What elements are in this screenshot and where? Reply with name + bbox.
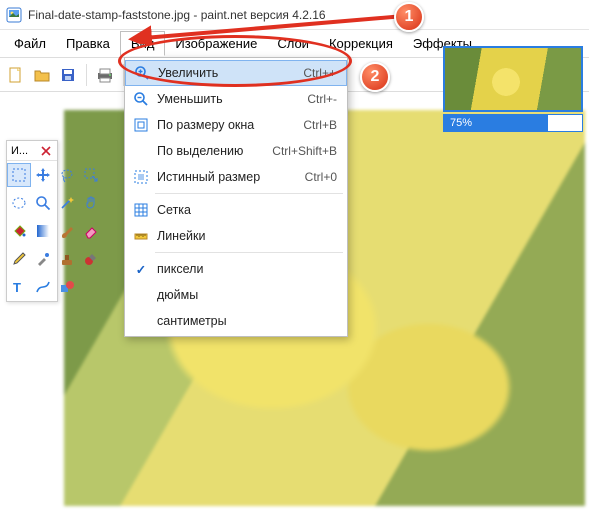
tool-text[interactable]: T: [7, 275, 31, 299]
window-title: Final-date-stamp-faststone.jpg - paint.n…: [28, 8, 326, 22]
tool-pan[interactable]: [79, 191, 103, 215]
new-file-button[interactable]: [4, 63, 28, 87]
tool-eraser[interactable]: [79, 219, 103, 243]
close-icon[interactable]: [39, 144, 53, 158]
tool-shapes[interactable]: [55, 275, 79, 299]
menu-item-label: сантиметры: [153, 314, 337, 328]
menu-units-inches[interactable]: дюймы: [125, 282, 347, 308]
svg-text:T: T: [13, 280, 21, 295]
tools-palette-header[interactable]: И...: [7, 141, 57, 161]
zoom-percent-text: 75%: [444, 117, 472, 129]
menu-zoom-out[interactable]: Уменьшить Ctrl+-: [125, 86, 347, 112]
menu-item-label: Сетка: [153, 203, 337, 217]
menu-item-label: Увеличить: [154, 66, 303, 80]
tool-gradient[interactable]: [31, 219, 55, 243]
check-icon: ✓: [129, 262, 153, 277]
menu-file[interactable]: Файл: [4, 32, 56, 55]
save-button[interactable]: [56, 63, 80, 87]
menu-edit[interactable]: Правка: [56, 32, 120, 55]
tool-brush[interactable]: [55, 219, 79, 243]
menu-item-accel: Ctrl+B: [303, 118, 337, 132]
zoom-progress[interactable]: 75%: [443, 114, 583, 132]
menu-rulers[interactable]: Линейки: [125, 223, 347, 249]
menu-item-accel: Ctrl+0: [305, 170, 337, 184]
menu-divider: [155, 193, 343, 194]
menu-item-accel: Ctrl+Shift+B: [272, 144, 337, 158]
tools-palette-title: И...: [11, 145, 28, 157]
menu-adjustments[interactable]: Коррекция: [319, 32, 403, 55]
menu-layers[interactable]: Слои: [267, 32, 319, 55]
zoom-in-icon: [130, 65, 154, 81]
menu-item-label: По выделению: [153, 144, 272, 158]
menu-item-accel: Ctrl+-: [307, 92, 337, 106]
menu-zoom-in[interactable]: Увеличить Ctrl++: [125, 60, 347, 86]
tool-color-picker[interactable]: [31, 247, 55, 271]
menu-item-label: пиксели: [153, 262, 337, 276]
actual-size-icon: [129, 169, 153, 185]
tool-fill[interactable]: [7, 219, 31, 243]
tool-zoom[interactable]: [31, 191, 55, 215]
tool-line[interactable]: [31, 275, 55, 299]
tool-lasso[interactable]: [55, 163, 79, 187]
menu-fit-selection[interactable]: По выделению Ctrl+Shift+B: [125, 138, 347, 164]
tool-recolor[interactable]: [79, 247, 103, 271]
menu-view[interactable]: Вид: [120, 31, 166, 56]
tool-clone-stamp[interactable]: [55, 247, 79, 271]
open-file-button[interactable]: [30, 63, 54, 87]
annotation-badge-1: 1: [394, 2, 424, 32]
menu-item-label: Линейки: [153, 229, 337, 243]
annotation-badge-2: 2: [360, 62, 390, 92]
menu-units-centimeters[interactable]: сантиметры: [125, 308, 347, 334]
view-dropdown: Увеличить Ctrl++ Уменьшить Ctrl+- По раз…: [124, 57, 348, 337]
grid-icon: [129, 202, 153, 218]
image-thumbnail[interactable]: [443, 46, 583, 112]
menu-item-label: Истинный размер: [153, 170, 305, 184]
tool-move[interactable]: [31, 163, 55, 187]
fit-window-icon: [129, 117, 153, 133]
tools-palette: И...: [6, 140, 58, 302]
tool-empty: [79, 275, 103, 299]
tool-ellipse-select[interactable]: [7, 191, 31, 215]
menu-item-label: По размеру окна: [153, 118, 303, 132]
menu-grid[interactable]: Сетка: [125, 197, 347, 223]
menu-item-label: Уменьшить: [153, 92, 307, 106]
zoom-out-icon: [129, 91, 153, 107]
print-button[interactable]: [93, 63, 117, 87]
tool-magic-wand[interactable]: [55, 191, 79, 215]
menu-item-label: дюймы: [153, 288, 337, 302]
image-thumbnail-panel: 75%: [443, 46, 583, 132]
tool-rect-select[interactable]: [7, 163, 31, 187]
menu-units-pixels[interactable]: ✓ пиксели: [125, 256, 347, 282]
menu-item-accel: Ctrl++: [303, 66, 336, 80]
tool-pencil[interactable]: [7, 247, 31, 271]
app-icon: [6, 7, 22, 23]
menu-image[interactable]: Изображение: [165, 32, 267, 55]
menu-actual-size[interactable]: Истинный размер Ctrl+0: [125, 164, 347, 190]
ruler-icon: [129, 228, 153, 244]
menu-fit-window[interactable]: По размеру окна Ctrl+B: [125, 112, 347, 138]
menu-divider: [155, 252, 343, 253]
title-bar: Final-date-stamp-faststone.jpg - paint.n…: [0, 0, 589, 30]
tool-move-selection[interactable]: [79, 163, 103, 187]
toolbar-separator: [86, 64, 87, 86]
